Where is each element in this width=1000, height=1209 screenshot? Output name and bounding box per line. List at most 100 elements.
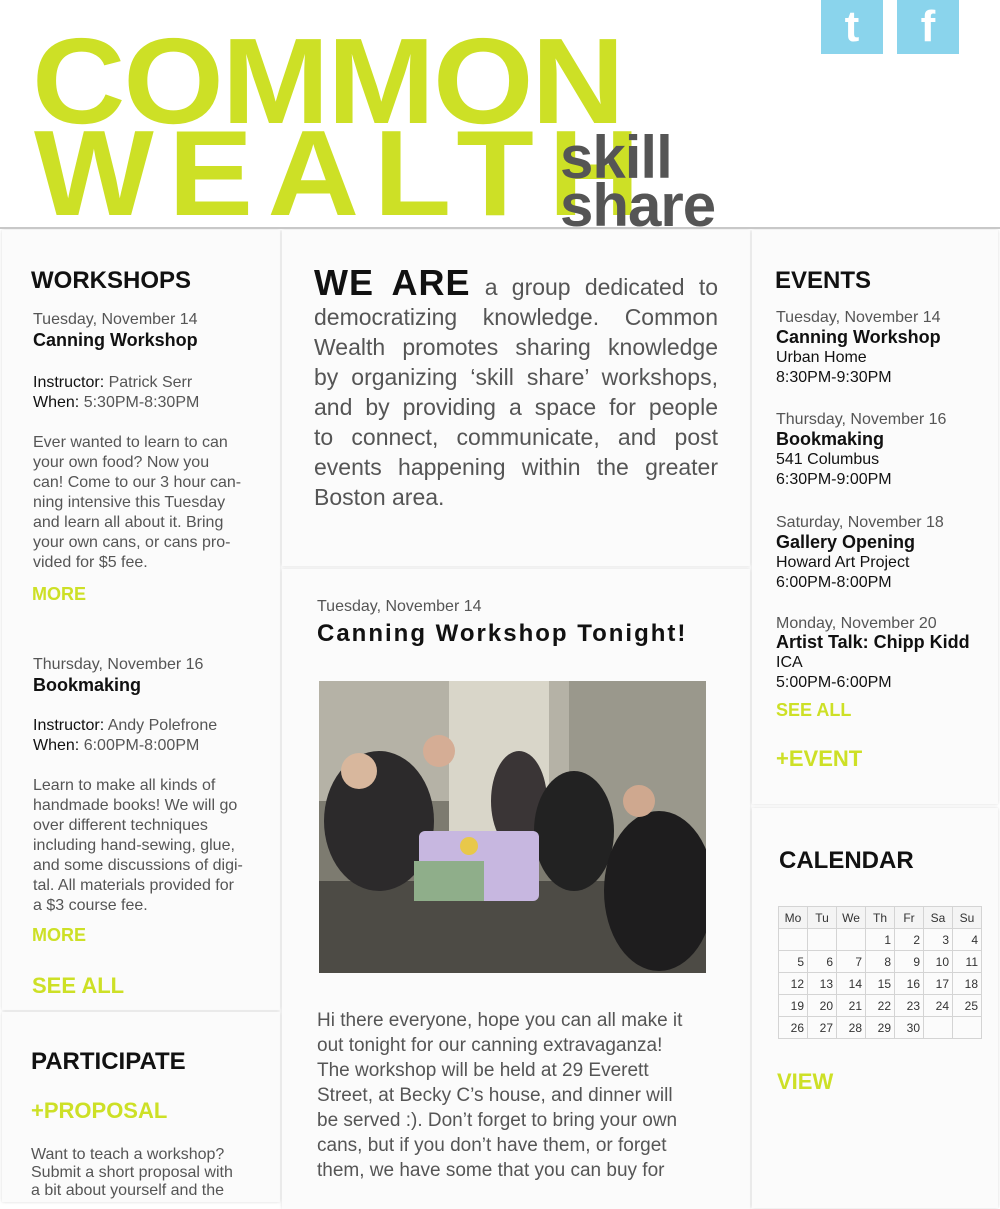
post-body: Hi there everyone, hope you can all make… — [317, 1008, 727, 1183]
calendar-day[interactable]: 23 — [894, 994, 924, 1017]
event-place: Howard Art Project — [776, 554, 910, 571]
calendar-day[interactable]: 30 — [894, 1016, 924, 1039]
workshops-heading: WORKSHOPS — [31, 267, 192, 294]
event-time: 6:00PM-8:00PM — [776, 574, 892, 591]
calendar-heading: CALENDAR — [779, 847, 914, 874]
calendar-day[interactable]: 2 — [894, 928, 924, 951]
about-line: to connect, communicate, and post — [314, 424, 718, 450]
calendar-day[interactable] — [778, 928, 808, 951]
calendar-day[interactable]: 19 — [778, 994, 808, 1017]
description-line: and some discussions of digi- — [33, 857, 243, 874]
instructor-label: Instructor: — [33, 717, 105, 734]
calendar-day[interactable]: 12 — [778, 972, 808, 995]
weekday-header: Fr — [894, 906, 924, 929]
calendar-day[interactable]: 13 — [807, 972, 837, 995]
event-date: Saturday, November 18 — [776, 514, 944, 531]
about-line: by organizing ‘skill share’ workshops, — [314, 364, 718, 390]
calendar-day[interactable]: 7 — [836, 950, 866, 973]
weekday-header: Su — [952, 906, 982, 929]
calendar-day[interactable]: 17 — [923, 972, 953, 995]
calendar-day[interactable]: 21 — [836, 994, 866, 1017]
calendar-day[interactable] — [923, 1016, 953, 1039]
calendar-day[interactable]: 10 — [923, 950, 953, 973]
description-line: your own food? Now you — [33, 454, 210, 471]
calendar-day[interactable]: 11 — [952, 950, 982, 973]
header-divider — [0, 227, 1000, 229]
about-text: WE ARE a group dedicated to democratizin… — [314, 265, 718, 512]
facebook-icon[interactable]: f — [897, 0, 959, 54]
calendar-day[interactable]: 28 — [836, 1016, 866, 1039]
workshops-see-all-link[interactable]: SEE ALL — [32, 973, 124, 999]
calendar-day[interactable]: 6 — [807, 950, 837, 973]
calendar-day[interactable]: 24 — [923, 994, 953, 1017]
weekday-header: We — [836, 906, 866, 929]
calendar-day[interactable] — [836, 928, 866, 951]
calendar-day[interactable]: 8 — [865, 950, 895, 973]
calendar-day[interactable]: 1 — [865, 928, 895, 951]
post-line: be served :). Don’t forget to bring your… — [317, 1110, 678, 1131]
calendar-day[interactable]: 9 — [894, 950, 924, 973]
event-title-link[interactable]: Canning Workshop — [776, 327, 991, 348]
events-see-all-link[interactable]: SEE ALL — [776, 700, 851, 721]
event-title-link[interactable]: Bookmaking — [776, 429, 991, 450]
calendar-day[interactable]: 5 — [778, 950, 808, 973]
description-line: a $3 course fee. — [33, 897, 148, 914]
about-line: Wealth promotes sharing knowledge — [314, 334, 718, 360]
workshop-more-link[interactable]: MORE — [32, 925, 86, 946]
description-line: tal. All materials provided for — [33, 877, 234, 894]
event-date: Thursday, November 16 — [776, 411, 947, 428]
post-title-link[interactable]: Canning Workshop Tonight! — [317, 620, 687, 648]
workshop-description: Learn to make all kinds of handmade book… — [33, 776, 268, 916]
event-title-link[interactable]: Gallery Opening — [776, 532, 991, 553]
calendar-day[interactable]: 26 — [778, 1016, 808, 1039]
proposal-link[interactable]: +PROPOSAL — [31, 1098, 167, 1124]
description-line: including hand-sewing, glue, — [33, 837, 235, 854]
when-label: When: — [33, 737, 80, 754]
post-line: The workshop will be held at 29 Everett — [317, 1060, 649, 1081]
calendar-day[interactable]: 25 — [952, 994, 982, 1017]
when-label: When: — [33, 394, 80, 411]
tumblr-icon[interactable]: t — [821, 0, 883, 54]
event-time: 6:30PM-9:00PM — [776, 471, 892, 488]
description-line: your own cans, or cans pro- — [33, 534, 231, 551]
calendar-day[interactable]: 18 — [952, 972, 982, 995]
calendar-week: 26 27 28 29 30 — [778, 1016, 982, 1039]
post-line: Street, at Becky C’s house, and dinner w… — [317, 1085, 673, 1106]
description-line: Submit a short proposal with — [31, 1164, 233, 1181]
calendar-day[interactable] — [952, 1016, 982, 1039]
calendar-day[interactable] — [807, 928, 837, 951]
workshop-instructor: Instructor: Patrick Serr — [33, 373, 268, 393]
weekday-header: Tu — [807, 906, 837, 929]
events-heading: EVENTS — [775, 267, 872, 294]
description-line: can! Come to our 3 hour can- — [33, 474, 242, 491]
description-line: a bit about yourself and the — [31, 1182, 225, 1199]
calendar-day[interactable]: 20 — [807, 994, 837, 1017]
event-title-link[interactable]: Artist Talk: Chipp Kidd — [776, 632, 998, 653]
calendar-day[interactable]: 29 — [865, 1016, 895, 1039]
calendar-header-row: Mo Tu We Th Fr Sa Su — [778, 906, 982, 929]
calendar-view-link[interactable]: VIEW — [777, 1069, 833, 1095]
event-date: Monday, November 20 — [776, 615, 937, 632]
description-line: Want to teach a workshop? — [31, 1146, 225, 1163]
workshop-more-link[interactable]: MORE — [32, 584, 86, 605]
calendar-day[interactable]: 22 — [865, 994, 895, 1017]
workshop-date: Thursday, November 16 — [33, 656, 204, 673]
calendar-day[interactable]: 14 — [836, 972, 866, 995]
when-value: 6:00PM-8:00PM — [83, 737, 200, 754]
about-line: Boston area. — [314, 484, 445, 510]
instructor-name: Patrick Serr — [108, 374, 193, 391]
calendar-day[interactable]: 15 — [865, 972, 895, 995]
calendar-day[interactable]: 3 — [923, 928, 953, 951]
workshop-photo — [319, 681, 706, 973]
calendar-day[interactable]: 27 — [807, 1016, 837, 1039]
workshop-title-link[interactable]: Bookmaking — [33, 675, 268, 696]
add-event-link[interactable]: +EVENT — [776, 746, 862, 772]
calendar-day[interactable]: 16 — [894, 972, 924, 995]
event-item: Tuesday, November 14 Canning Workshop Ur… — [776, 309, 991, 388]
calendar-week: 12 13 14 15 16 17 18 — [778, 972, 982, 995]
workshop-title-link[interactable]: Canning Workshop — [33, 330, 268, 351]
event-place: ICA — [776, 654, 803, 671]
description-line: handmade books! We will go — [33, 797, 238, 814]
post-line: cans, but if you don’t have them, or for… — [317, 1135, 667, 1156]
calendar-day[interactable]: 4 — [952, 928, 982, 951]
